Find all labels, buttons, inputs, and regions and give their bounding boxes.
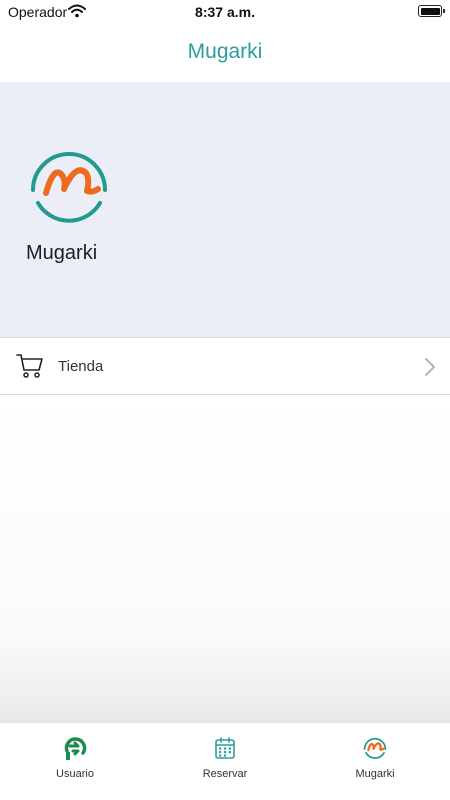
tab-reservar[interactable]: Reservar — [150, 723, 300, 800]
tab-label: Usuario — [56, 768, 94, 780]
profile-name: Mugarki — [26, 242, 98, 264]
tab-mugarki[interactable]: Mugarki — [300, 723, 450, 800]
tab-bar: Usuario Reservar Mugarki — [0, 722, 450, 800]
content-area — [0, 396, 450, 722]
mugarki-logo-icon — [363, 737, 387, 759]
mugarki-logo-icon — [31, 152, 107, 223]
cart-icon — [16, 354, 43, 378]
chevron-right-icon — [425, 358, 435, 376]
calendar-icon — [215, 737, 235, 759]
list-item-label: Tienda — [58, 358, 104, 375]
battery-icon — [418, 5, 445, 17]
page-title: Mugarki — [187, 40, 263, 63]
tab-label: Mugarki — [355, 768, 395, 780]
status-bar: Operador 8:37 a.m. — [0, 0, 450, 24]
user-logo-icon — [64, 737, 87, 760]
tab-label: Reservar — [202, 768, 248, 780]
clock: 8:37 a.m. — [195, 4, 255, 20]
navigation-bar: Mugarki — [0, 24, 450, 82]
tab-usuario[interactable]: Usuario — [0, 723, 150, 800]
list-item-tienda[interactable]: Tienda — [0, 337, 450, 395]
profile-header: Mugarki — [0, 82, 450, 337]
